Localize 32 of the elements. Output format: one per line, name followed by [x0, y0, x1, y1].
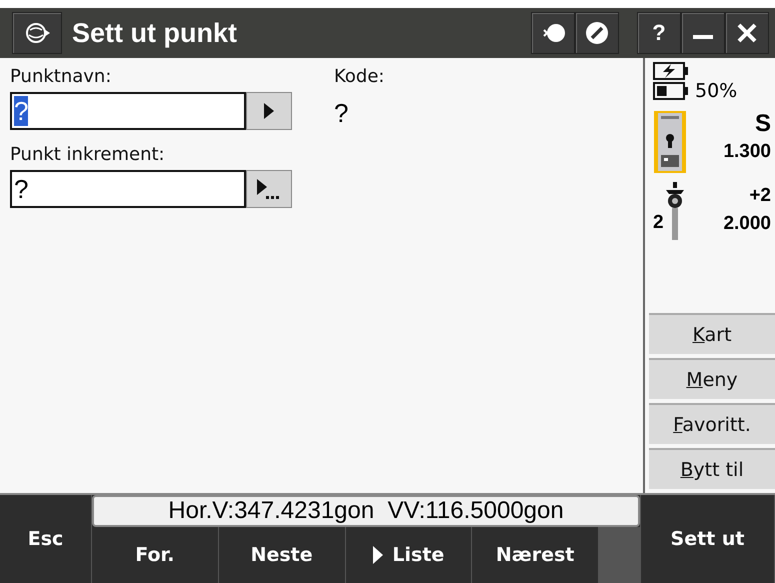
input-field[interactable]: ?	[10, 92, 246, 130]
side-menu-button[interactable]: Meny	[649, 358, 775, 399]
instrument-height: 1.300	[723, 140, 771, 164]
side-menu-button[interactable]: Favoritt.	[649, 403, 775, 444]
input-field[interactable]: ?	[10, 170, 246, 208]
rover-height: 2.000	[723, 212, 771, 236]
code-value: ?	[334, 98, 350, 129]
instrument-label: S	[754, 110, 771, 138]
app-logo-icon[interactable]	[12, 12, 62, 54]
help-button[interactable]: ?	[637, 12, 681, 54]
field-label: Kode:	[334, 66, 384, 89]
empty-softkey	[599, 527, 640, 583]
total-station-icon	[653, 110, 687, 174]
field-label: Punktnavn:	[10, 66, 112, 89]
charging-battery-icon	[653, 62, 689, 80]
rover-count: 2	[653, 212, 664, 234]
arrow-ellipsis-icon[interactable]	[246, 170, 292, 208]
stake-out-button[interactable]: Sett ut	[640, 495, 775, 583]
prism-pole-icon	[664, 182, 686, 240]
minimize-icon[interactable]	[681, 12, 725, 54]
battery-percent: 50%	[695, 80, 738, 102]
side-menu-button[interactable]: Bytt til	[649, 448, 775, 489]
rover-offset: +2	[749, 184, 771, 208]
angle-readout: Hor.V:347.4231gon VV:116.5000gon	[92, 495, 640, 527]
close-icon[interactable]	[725, 12, 769, 54]
field-label: Punkt inkrement:	[10, 144, 166, 167]
field-value: ?	[14, 96, 28, 126]
window-title: Sett ut punkt	[72, 18, 238, 48]
side-menu-button[interactable]: Kart	[649, 313, 775, 354]
field-value: ?	[14, 174, 28, 204]
battery-icon	[653, 82, 689, 100]
laser-icon[interactable]	[531, 12, 575, 54]
